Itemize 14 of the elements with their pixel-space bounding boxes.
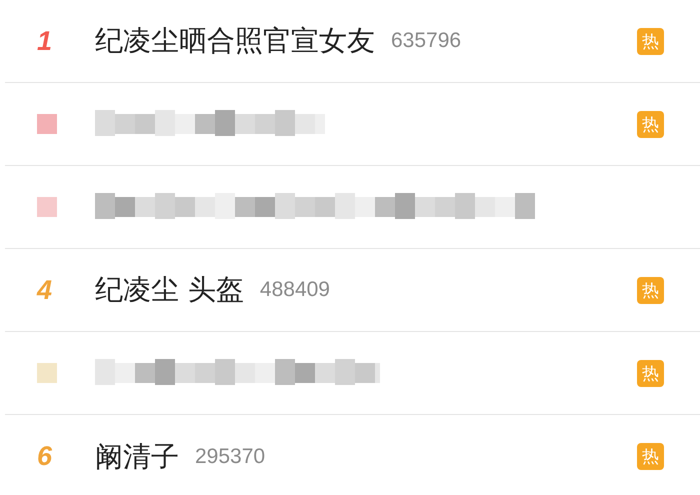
topic-link[interactable]: 阚清子 <box>95 438 179 476</box>
hot-badge: 热 <box>637 276 664 304</box>
rank-number: 4 <box>37 274 54 306</box>
search-count: 488409 <box>260 278 330 302</box>
search-count: 295370 <box>195 444 266 468</box>
hot-badge: 热 <box>637 360 664 386</box>
hot-badge: 热 <box>637 443 664 470</box>
topic-link[interactable]: 纪凌尘 头盔 <box>95 271 244 309</box>
search-count: 635796 <box>391 29 462 53</box>
rank-number: 6 <box>37 441 54 472</box>
hot-badge: 热 <box>637 28 664 54</box>
hot-badge: 热 <box>637 110 664 138</box>
topic-link[interactable]: 纪凌尘晒合照官宣女友 <box>95 22 375 60</box>
rank-number: 1 <box>37 26 54 56</box>
